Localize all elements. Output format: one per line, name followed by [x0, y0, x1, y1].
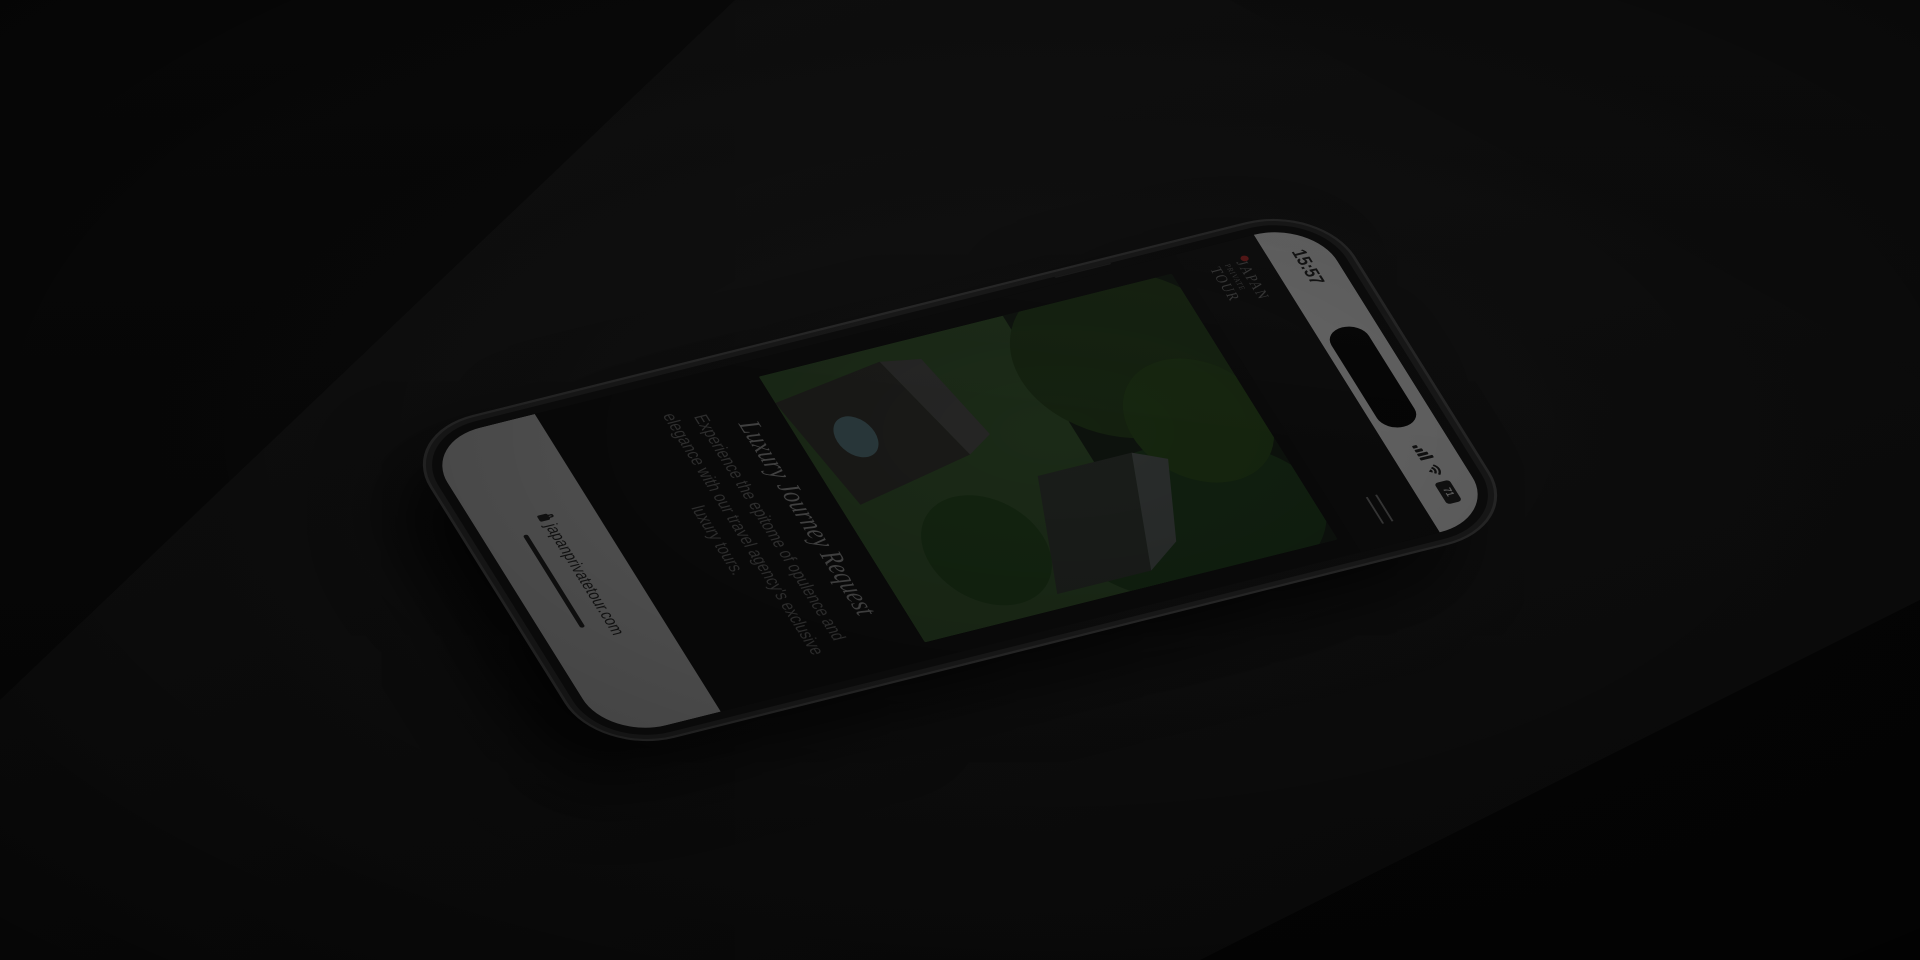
status-time: 15:57 — [1287, 247, 1329, 287]
cellular-signal-icon — [1411, 443, 1435, 461]
hamburger-menu-icon[interactable] — [1359, 493, 1400, 526]
scene-background: 15:57 71 JAPAN PRIVATE TOUR Luxury Journ… — [0, 0, 1920, 960]
site-logo[interactable]: JAPAN PRIVATE TOUR — [1206, 254, 1272, 308]
battery-icon: 71 — [1434, 479, 1463, 505]
wifi-icon — [1424, 463, 1445, 478]
lock-icon — [536, 513, 551, 522]
status-icons: 71 — [1411, 443, 1463, 505]
